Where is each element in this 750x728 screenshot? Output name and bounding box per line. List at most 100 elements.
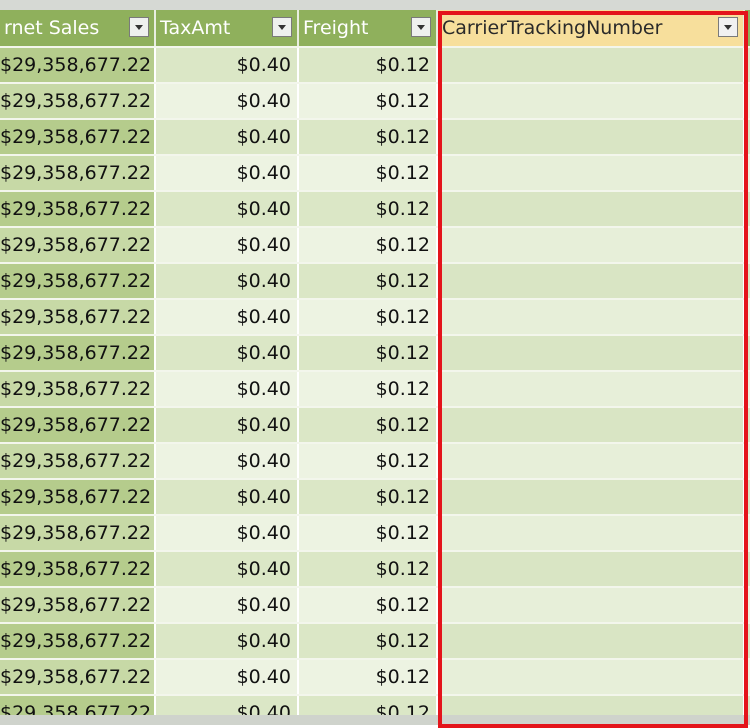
net-sales-cell[interactable]: $29,358,677.22 [0, 408, 156, 442]
carrier-tracking-number-cell[interactable] [438, 516, 745, 550]
net-sales-cell[interactable]: $29,358,677.22 [0, 516, 156, 550]
carrier-tracking-number-cell[interactable] [438, 300, 745, 334]
freight-cell[interactable]: $0.12 [299, 660, 438, 694]
taxamt-cell[interactable]: $0.40 [156, 336, 299, 370]
next-column-cell[interactable] [745, 480, 750, 514]
net-sales-cell[interactable]: $29,358,677.22 [0, 228, 156, 262]
column-header-taxamt[interactable]: TaxAmt [156, 10, 299, 46]
column-header-carrier-tracking-number[interactable]: CarrierTrackingNumber [438, 10, 745, 46]
next-column-cell[interactable] [745, 192, 750, 226]
table-row[interactable]: $29,358,677.22 $0.40 $0.12 [0, 480, 750, 514]
carrier-tracking-number-cell[interactable] [438, 228, 745, 262]
table-row[interactable]: $29,358,677.22 $0.40 $0.12 [0, 228, 750, 262]
table-row[interactable]: $29,358,677.22 $0.40 $0.12 [0, 552, 750, 586]
filter-dropdown-icon[interactable] [718, 17, 738, 37]
freight-cell[interactable]: $0.12 [299, 192, 438, 226]
carrier-tracking-number-cell[interactable] [438, 660, 745, 694]
table-row[interactable]: $29,358,677.22 $0.40 $0.12 [0, 588, 750, 622]
table-row[interactable]: $29,358,677.22 $0.40 $0.12 [0, 192, 750, 226]
table-row[interactable]: $29,358,677.22 $0.40 $0.12 [0, 84, 750, 118]
next-column-cell[interactable] [745, 660, 750, 694]
next-column-cell[interactable] [745, 372, 750, 406]
taxamt-cell[interactable]: $0.40 [156, 372, 299, 406]
carrier-tracking-number-cell[interactable] [438, 264, 745, 298]
column-header-next[interactable] [745, 10, 750, 46]
next-column-cell[interactable] [745, 228, 750, 262]
horizontal-scrollbar[interactable] [0, 715, 750, 725]
freight-cell[interactable]: $0.12 [299, 264, 438, 298]
carrier-tracking-number-cell[interactable] [438, 120, 745, 154]
net-sales-cell[interactable]: $29,358,677.22 [0, 372, 156, 406]
next-column-cell[interactable] [745, 408, 750, 442]
freight-cell[interactable]: $0.12 [299, 516, 438, 550]
column-header-freight[interactable]: Freight [299, 10, 438, 46]
freight-cell[interactable]: $0.12 [299, 552, 438, 586]
next-column-cell[interactable] [745, 48, 750, 82]
taxamt-cell[interactable]: $0.40 [156, 300, 299, 334]
next-column-cell[interactable] [745, 120, 750, 154]
freight-cell[interactable]: $0.12 [299, 588, 438, 622]
freight-cell[interactable]: $0.12 [299, 408, 438, 442]
freight-cell[interactable]: $0.12 [299, 336, 438, 370]
freight-cell[interactable]: $0.12 [299, 228, 438, 262]
carrier-tracking-number-cell[interactable] [438, 336, 745, 370]
taxamt-cell[interactable]: $0.40 [156, 84, 299, 118]
table-row[interactable]: $29,358,677.22 $0.40 $0.12 [0, 264, 750, 298]
filter-dropdown-icon[interactable] [272, 17, 292, 37]
net-sales-cell[interactable]: $29,358,677.22 [0, 588, 156, 622]
freight-cell[interactable]: $0.12 [299, 120, 438, 154]
table-row[interactable]: $29,358,677.22 $0.40 $0.12 [0, 660, 750, 694]
taxamt-cell[interactable]: $0.40 [156, 408, 299, 442]
next-column-cell[interactable] [745, 300, 750, 334]
next-column-cell[interactable] [745, 552, 750, 586]
table-row[interactable]: $29,358,677.22 $0.40 $0.12 [0, 372, 750, 406]
next-column-cell[interactable] [745, 516, 750, 550]
taxamt-cell[interactable]: $0.40 [156, 120, 299, 154]
carrier-tracking-number-cell[interactable] [438, 48, 745, 82]
net-sales-cell[interactable]: $29,358,677.22 [0, 264, 156, 298]
net-sales-cell[interactable]: $29,358,677.22 [0, 300, 156, 334]
freight-cell[interactable]: $0.12 [299, 300, 438, 334]
net-sales-cell[interactable]: $29,358,677.22 [0, 336, 156, 370]
net-sales-cell[interactable]: $29,358,677.22 [0, 480, 156, 514]
taxamt-cell[interactable]: $0.40 [156, 264, 299, 298]
table-row[interactable]: $29,358,677.22 $0.40 $0.12 [0, 120, 750, 154]
freight-cell[interactable]: $0.12 [299, 624, 438, 658]
table-row[interactable]: $29,358,677.22 $0.40 $0.12 [0, 624, 750, 658]
freight-cell[interactable]: $0.12 [299, 480, 438, 514]
carrier-tracking-number-cell[interactable] [438, 444, 745, 478]
carrier-tracking-number-cell[interactable] [438, 408, 745, 442]
net-sales-cell[interactable]: $29,358,677.22 [0, 660, 156, 694]
taxamt-cell[interactable]: $0.40 [156, 444, 299, 478]
carrier-tracking-number-cell[interactable] [438, 84, 745, 118]
next-column-cell[interactable] [745, 444, 750, 478]
net-sales-cell[interactable]: $29,358,677.22 [0, 120, 156, 154]
taxamt-cell[interactable]: $0.40 [156, 48, 299, 82]
column-header-net-sales[interactable]: rnet Sales [0, 10, 156, 46]
freight-cell[interactable]: $0.12 [299, 444, 438, 478]
table-row[interactable]: $29,358,677.22 $0.40 $0.12 [0, 516, 750, 550]
filter-dropdown-icon[interactable] [411, 17, 431, 37]
taxamt-cell[interactable]: $0.40 [156, 192, 299, 226]
net-sales-cell[interactable]: $29,358,677.22 [0, 444, 156, 478]
taxamt-cell[interactable]: $0.40 [156, 552, 299, 586]
taxamt-cell[interactable]: $0.40 [156, 660, 299, 694]
carrier-tracking-number-cell[interactable] [438, 588, 745, 622]
carrier-tracking-number-cell[interactable] [438, 192, 745, 226]
table-row[interactable]: $29,358,677.22 $0.40 $0.12 [0, 444, 750, 478]
freight-cell[interactable]: $0.12 [299, 156, 438, 190]
next-column-cell[interactable] [745, 624, 750, 658]
carrier-tracking-number-cell[interactable] [438, 156, 745, 190]
net-sales-cell[interactable]: $29,358,677.22 [0, 156, 156, 190]
freight-cell[interactable]: $0.12 [299, 372, 438, 406]
next-column-cell[interactable] [745, 264, 750, 298]
net-sales-cell[interactable]: $29,358,677.22 [0, 48, 156, 82]
table-row[interactable]: $29,358,677.22 $0.40 $0.12 [0, 156, 750, 190]
taxamt-cell[interactable]: $0.40 [156, 588, 299, 622]
next-column-cell[interactable] [745, 156, 750, 190]
next-column-cell[interactable] [745, 84, 750, 118]
freight-cell[interactable]: $0.12 [299, 84, 438, 118]
table-row[interactable]: $29,358,677.22 $0.40 $0.12 [0, 300, 750, 334]
taxamt-cell[interactable]: $0.40 [156, 480, 299, 514]
net-sales-cell[interactable]: $29,358,677.22 [0, 552, 156, 586]
